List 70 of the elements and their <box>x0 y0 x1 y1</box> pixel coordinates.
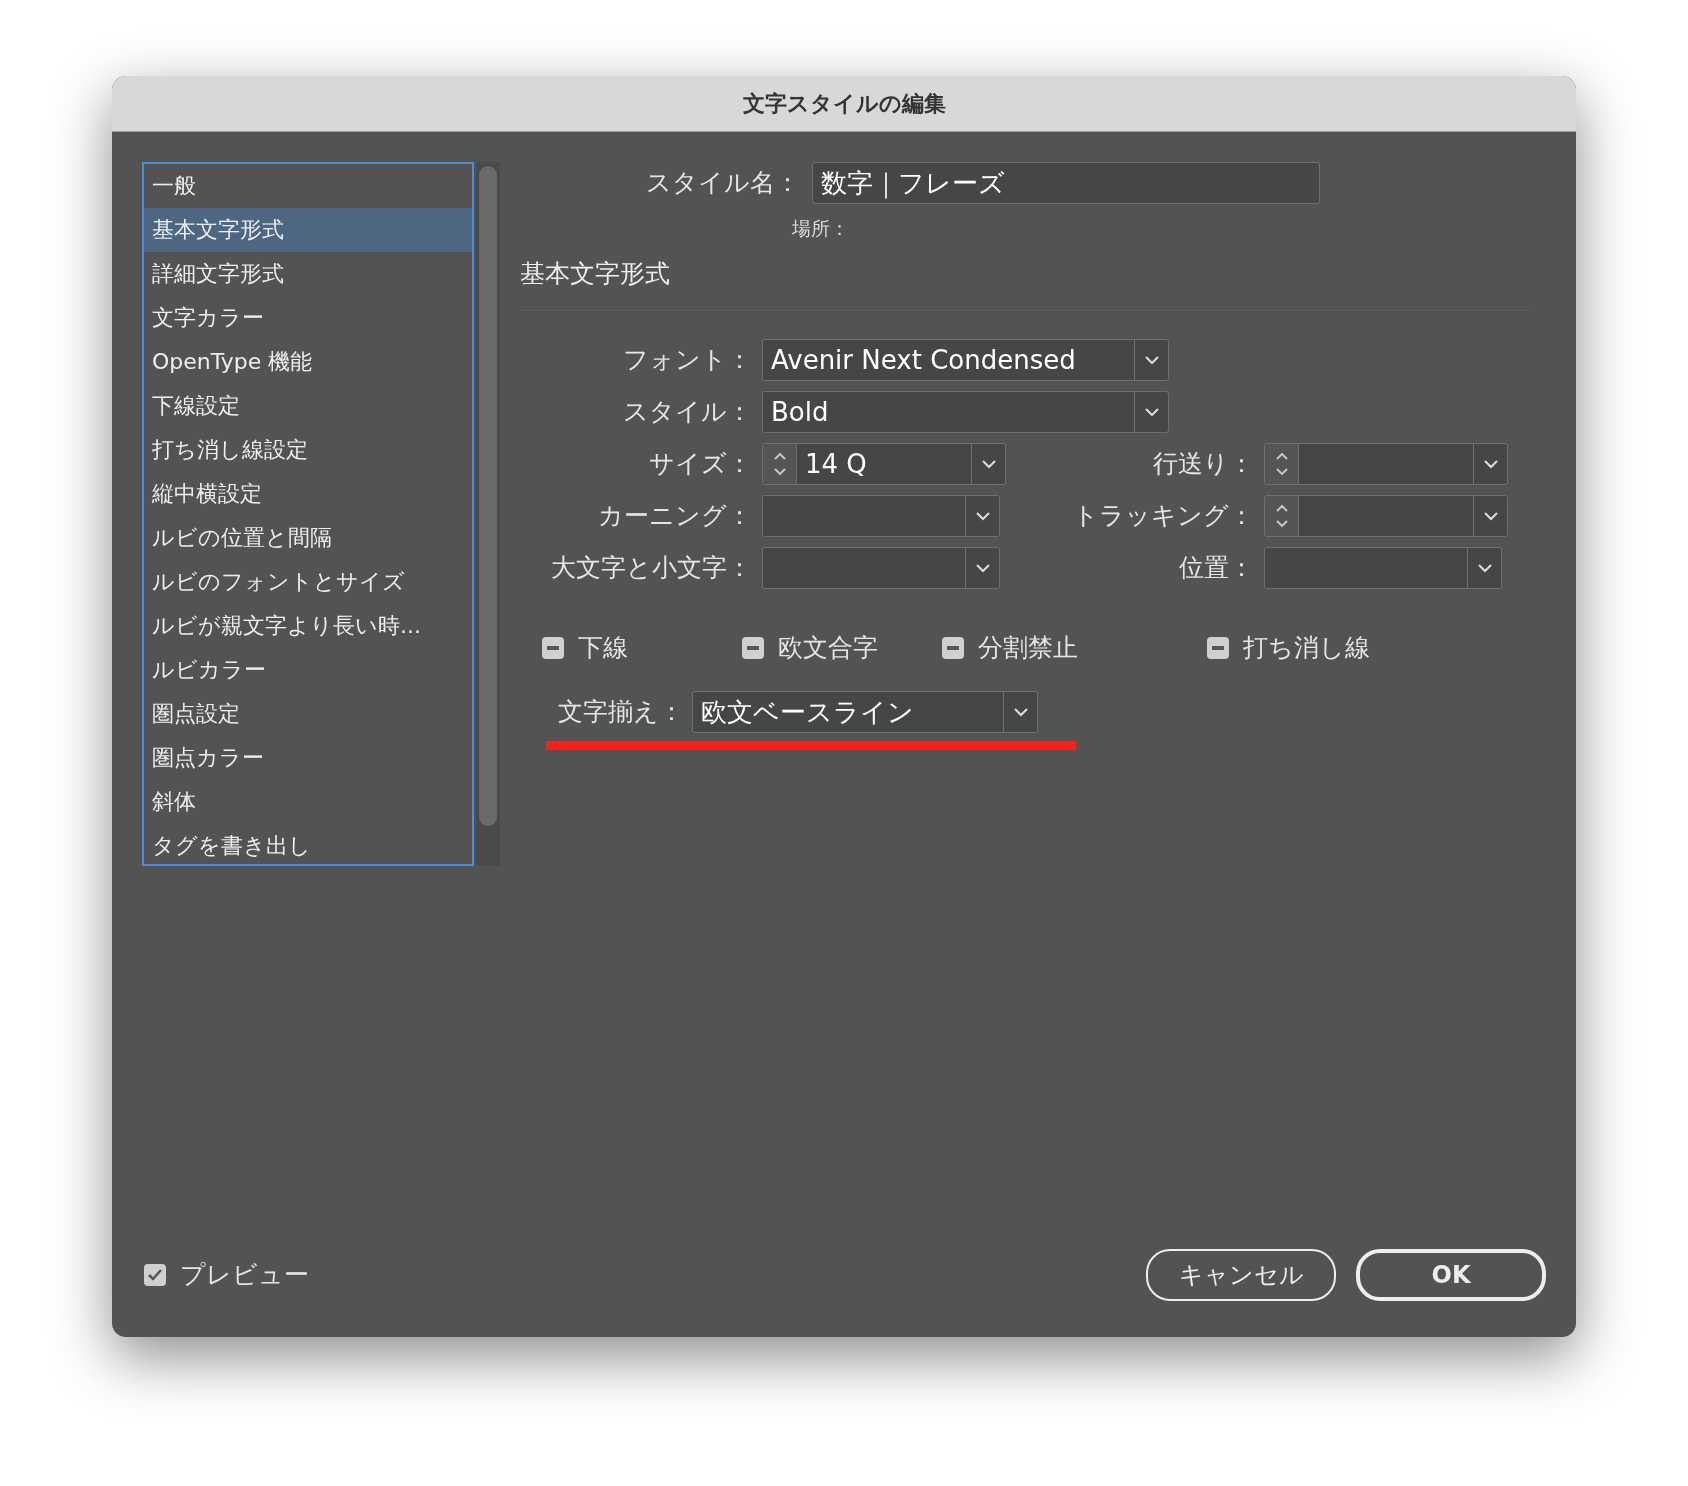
chevron-down-icon[interactable] <box>1476 563 1493 573</box>
field-label: トラッキング： <box>1072 500 1254 533</box>
category-item[interactable]: 一般 <box>144 164 472 208</box>
category-item[interactable]: 基本文字形式 <box>144 208 472 252</box>
checkbox[interactable] <box>942 636 964 659</box>
chevron-down-icon[interactable] <box>1482 459 1499 469</box>
location-label: 場所： <box>792 216 850 241</box>
field-label: サイズ： <box>648 448 752 481</box>
field-label: カーニング： <box>597 500 752 533</box>
field-label: 行送り： <box>1152 448 1254 481</box>
dash-icon <box>1212 645 1224 650</box>
stepper-icon[interactable] <box>1273 450 1290 478</box>
category-item[interactable]: ルビのフォントとサイズ <box>144 560 472 604</box>
checkbox-label: 分割禁止 <box>978 632 1078 664</box>
category-item[interactable]: 斜体 <box>144 780 472 824</box>
field-label: 大文字と小文字： <box>550 552 752 585</box>
checkbox[interactable] <box>1207 636 1229 659</box>
dropdown-field[interactable] <box>762 495 1000 537</box>
chevron-down-icon[interactable] <box>974 563 991 573</box>
checkbox[interactable] <box>742 636 764 659</box>
category-item[interactable]: 打ち消し線設定 <box>144 428 472 472</box>
dropdown-field[interactable] <box>762 547 1000 589</box>
style-name-field[interactable]: 数字｜フレーズ <box>812 162 1320 204</box>
category-item[interactable]: OpenType 機能 <box>144 340 472 384</box>
checkbox-label: 打ち消し線 <box>1243 632 1370 664</box>
dropdown-field[interactable]: 欧文ベースライン <box>692 690 1038 733</box>
field-label: フォント： <box>622 344 752 377</box>
category-item[interactable]: 圏点カラー <box>144 736 472 780</box>
checkbox-label: 下線 <box>578 632 628 664</box>
field-label: 位置： <box>1178 552 1254 585</box>
checkbox-label: 欧文合字 <box>778 632 878 664</box>
stepper-icon[interactable] <box>1273 502 1290 530</box>
chevron-down-icon[interactable] <box>974 511 991 521</box>
chevron-down-icon[interactable] <box>1012 706 1029 717</box>
scrollbar[interactable] <box>476 162 500 866</box>
category-item[interactable]: ルビが親文字より長い時... <box>144 604 472 648</box>
category-item[interactable]: ルビカラー <box>144 648 472 692</box>
category-item[interactable]: 下線設定 <box>144 384 472 428</box>
category-item[interactable]: 圏点設定 <box>144 692 472 736</box>
style-name-label: スタイル名： <box>646 167 800 200</box>
stepper-icon[interactable] <box>771 450 788 478</box>
chevron-down-icon[interactable] <box>1482 511 1499 521</box>
ok-button[interactable]: OK <box>1356 1249 1546 1301</box>
category-item[interactable]: タグを書き出し <box>144 824 472 868</box>
chevron-down-icon[interactable] <box>1143 355 1160 365</box>
check-icon <box>147 1268 163 1282</box>
category-item[interactable]: 文字カラー <box>144 296 472 340</box>
spin-combo-field[interactable] <box>1264 495 1508 537</box>
category-item[interactable]: 詳細文字形式 <box>144 252 472 296</box>
alignment-label: 文字揃え： <box>558 695 684 728</box>
dropdown-field[interactable] <box>1264 547 1502 589</box>
chevron-down-icon[interactable] <box>1143 407 1160 417</box>
scrollbar-thumb[interactable] <box>479 166 497 826</box>
spin-combo-field[interactable]: 14 Q <box>762 443 1006 485</box>
spin-combo-field[interactable] <box>1264 443 1508 485</box>
dropdown-field[interactable]: Bold <box>762 391 1169 433</box>
window-title: 文字スタイルの編集 <box>742 90 946 118</box>
checkbox[interactable] <box>144 1264 166 1286</box>
dropdown-field[interactable]: Avenir Next Condensed <box>762 339 1169 381</box>
category-item[interactable]: 縦中横設定 <box>144 472 472 516</box>
field-label: スタイル： <box>622 396 752 429</box>
dash-icon <box>747 645 759 650</box>
chevron-down-icon[interactable] <box>980 459 997 469</box>
category-item[interactable]: ルビの位置と間隔 <box>144 516 472 560</box>
checkbox[interactable] <box>542 636 564 659</box>
checkbox-label: プレビュー <box>180 1259 309 1292</box>
dash-icon <box>947 645 959 650</box>
cancel-button[interactable]: キャンセル <box>1146 1249 1336 1301</box>
dash-icon <box>547 645 559 650</box>
section-title: 基本文字形式 <box>520 254 1530 311</box>
